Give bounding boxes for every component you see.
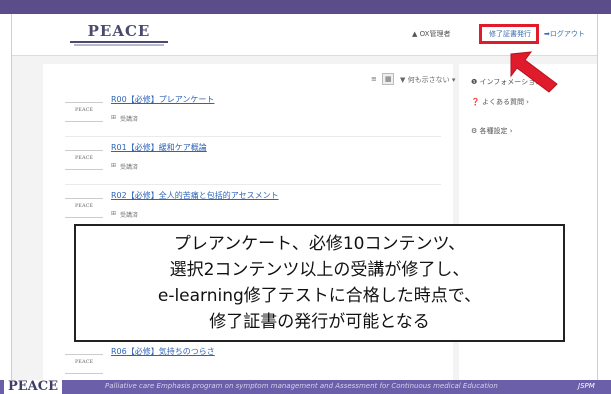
divider xyxy=(65,136,441,137)
course-status: 受講済 xyxy=(120,116,139,123)
footer-tagline: Palliative care Emphasis program on symp… xyxy=(105,382,498,390)
list-view-icon[interactable]: ≡ xyxy=(371,75,377,83)
footer-bar: PEACE Palliative care Emphasis program o… xyxy=(0,380,611,394)
tag-icon: ⊞ xyxy=(111,162,117,169)
nav-logout-link[interactable]: ➡ログアウト xyxy=(544,29,585,39)
course-title-link[interactable]: R02【必修】全人的苦痛と包括的アセスメント xyxy=(111,190,279,201)
course-item[interactable]: PEACE R06【必修】気持ちのつらさ xyxy=(65,344,445,380)
logo-underline xyxy=(70,41,168,43)
pointer-arrow-icon xyxy=(510,51,558,93)
slide: PEACE ▲ OX管理者 修了証書発行 ➡ログアウト ≡ ▦ ▼ 何も示さない… xyxy=(0,0,611,394)
thumbnail-logo: PEACE xyxy=(74,203,94,209)
sidebar-item-settings[interactable]: ⚙ 各種設定 › xyxy=(471,126,513,136)
divider xyxy=(65,184,441,185)
footer-logo: PEACE xyxy=(4,380,63,394)
course-title-link[interactable]: R00【必修】プレアンケート xyxy=(111,94,214,105)
app-screen: PEACE ▲ OX管理者 修了証書発行 ➡ログアウト ≡ ▦ ▼ 何も示さない… xyxy=(12,14,597,380)
callout-line: 選択2コンテンツ以上の受講が修了し、 xyxy=(169,260,470,280)
nav-mypage-link[interactable]: ▲ OX管理者 xyxy=(412,29,450,39)
course-item[interactable]: PEACE R00【必修】プレアンケート ⊞ 受講済 xyxy=(65,92,445,132)
course-thumbnail: PEACE xyxy=(65,354,103,374)
logo-subline xyxy=(74,44,164,46)
peace-logo[interactable]: PEACE xyxy=(70,22,168,46)
course-thumbnail: PEACE xyxy=(65,198,103,218)
tag-icon: ⊞ xyxy=(111,210,117,217)
course-status: 受講済 xyxy=(120,212,139,219)
course-item[interactable]: PEACE R02【必修】全人的苦痛と包括的アセスメント ⊞ 受講済 xyxy=(65,188,445,228)
course-thumbnail: PEACE xyxy=(65,102,103,122)
sidebar-item-faq[interactable]: ❓ よくある質問 › xyxy=(471,97,529,107)
logo-text: PEACE xyxy=(87,22,151,40)
thumbnail-logo: PEACE xyxy=(74,107,94,113)
course-title-link[interactable]: R06【必修】気持ちのつらさ xyxy=(111,346,215,357)
right-margin xyxy=(597,14,611,380)
grid-view-icon: ▦ xyxy=(385,75,392,83)
course-thumbnail: PEACE xyxy=(65,150,103,170)
tag-icon: ⊞ xyxy=(111,114,117,121)
thumbnail-logo: PEACE xyxy=(74,155,94,161)
thumbnail-logo: PEACE xyxy=(74,359,94,365)
course-status: 受講済 xyxy=(120,164,139,171)
top-bar xyxy=(0,0,611,14)
callout-line: プレアンケート、必修10コンテンツ、 xyxy=(173,234,466,254)
explanation-callout: プレアンケート、必修10コンテンツ、 選択2コンテンツ以上の受講が修了し、 e-… xyxy=(74,224,565,342)
filter-dropdown[interactable]: ▼ 何も示さない ▾ xyxy=(400,75,455,85)
callout-line: e-learning修了テストに合格した時点で、 xyxy=(157,286,482,306)
callout-line: 修了証書の発行が可能となる xyxy=(209,312,430,332)
certificate-highlight-box xyxy=(479,24,539,44)
course-item[interactable]: PEACE R01【必修】緩和ケア概論 ⊞ 受講済 xyxy=(65,140,445,180)
footer-mark: JSPM xyxy=(578,382,595,390)
left-margin xyxy=(0,14,12,380)
course-title-link[interactable]: R01【必修】緩和ケア概論 xyxy=(111,142,207,153)
